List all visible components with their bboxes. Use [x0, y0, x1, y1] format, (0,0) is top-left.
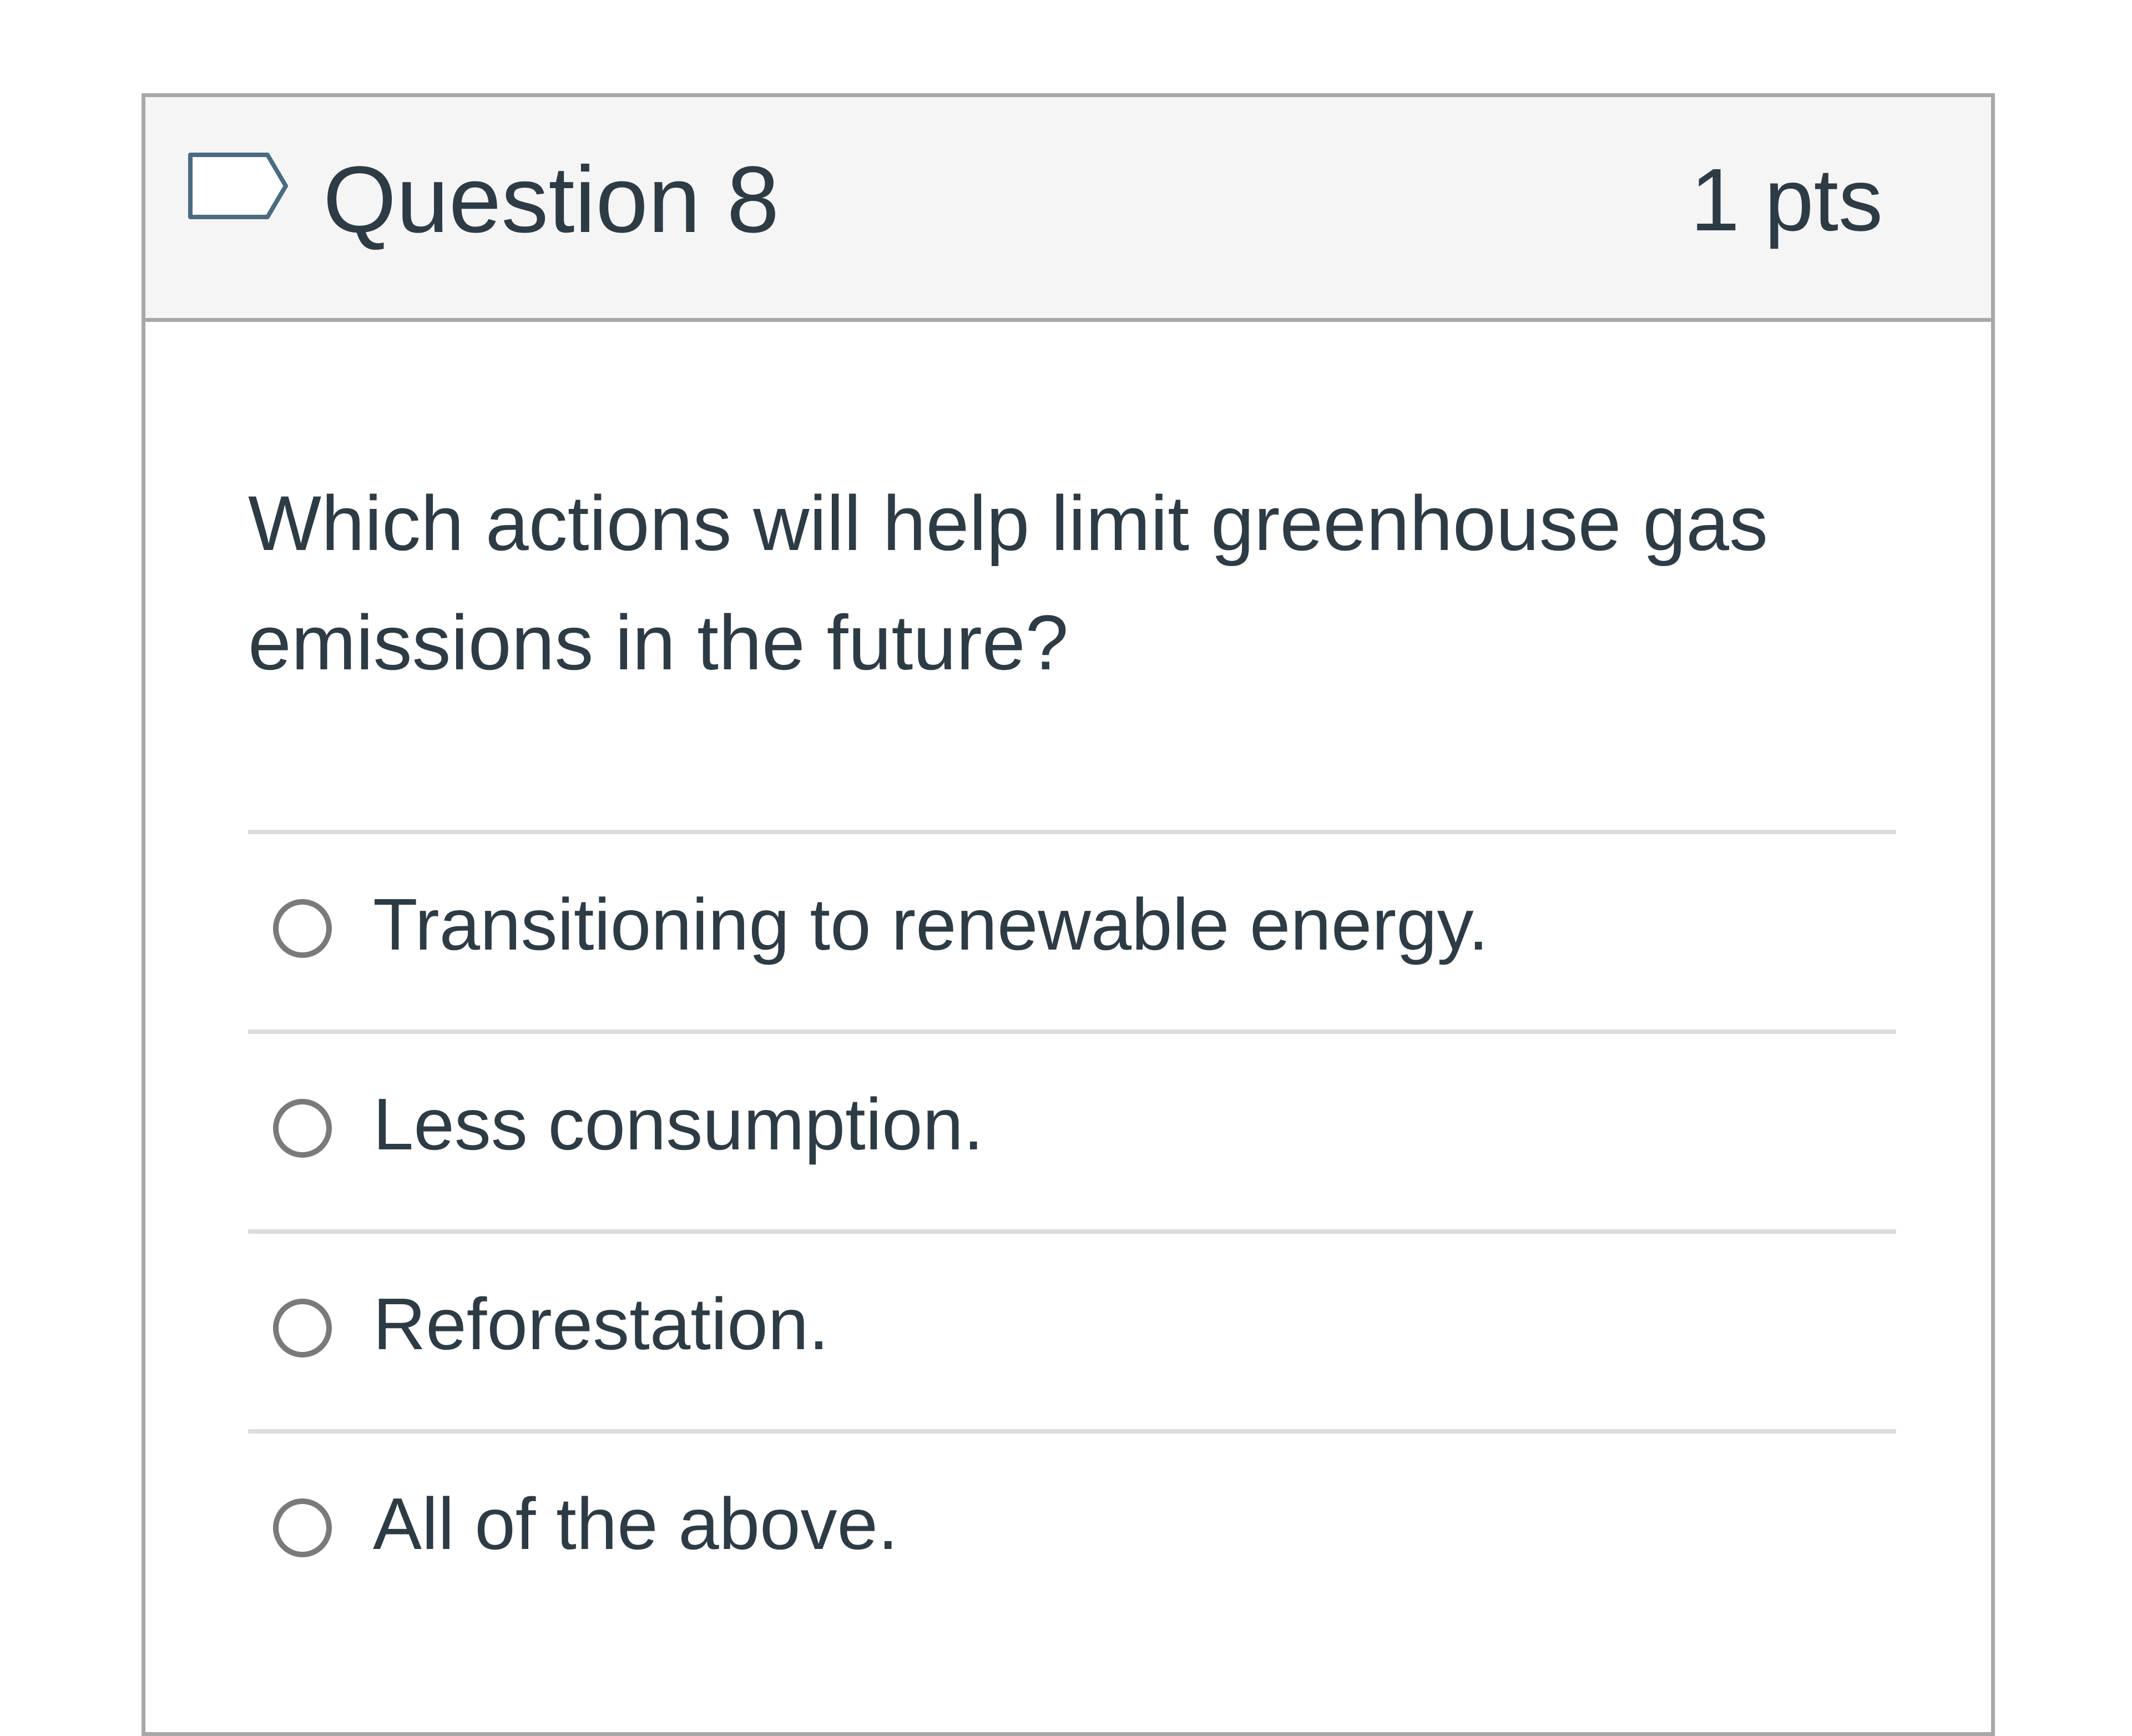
radio-button[interactable]	[273, 1299, 332, 1357]
radio-button[interactable]	[273, 1099, 332, 1158]
question-title: Question 8	[323, 147, 780, 253]
radio-button[interactable]	[273, 1498, 332, 1557]
answer-label[interactable]: All of the above.	[373, 1478, 898, 1570]
question-points: 1 pts	[1690, 150, 1883, 249]
question-header: Question 8 1 pts	[145, 97, 1991, 322]
answer-label[interactable]: Transitioning to renewable energy.	[373, 879, 1489, 970]
question-text: Which actions will help limit greenhouse…	[248, 480, 1769, 686]
radio-button[interactable]	[273, 899, 332, 958]
answer-option[interactable]: Reforestation.	[248, 1229, 1896, 1429]
answer-option[interactable]: Less consumption.	[248, 1030, 1896, 1229]
bookmark-flag-icon[interactable]	[187, 152, 292, 235]
answer-option[interactable]: All of the above.	[248, 1429, 1896, 1629]
answer-list: Transitioning to renewable energy. Less …	[248, 830, 1896, 1629]
answer-option[interactable]: Transitioning to renewable energy.	[248, 830, 1896, 1030]
question-card: Question 8 1 pts Which actions will help…	[142, 93, 1995, 1736]
answer-label[interactable]: Reforestation.	[373, 1278, 829, 1370]
answer-label[interactable]: Less consumption.	[373, 1078, 984, 1170]
